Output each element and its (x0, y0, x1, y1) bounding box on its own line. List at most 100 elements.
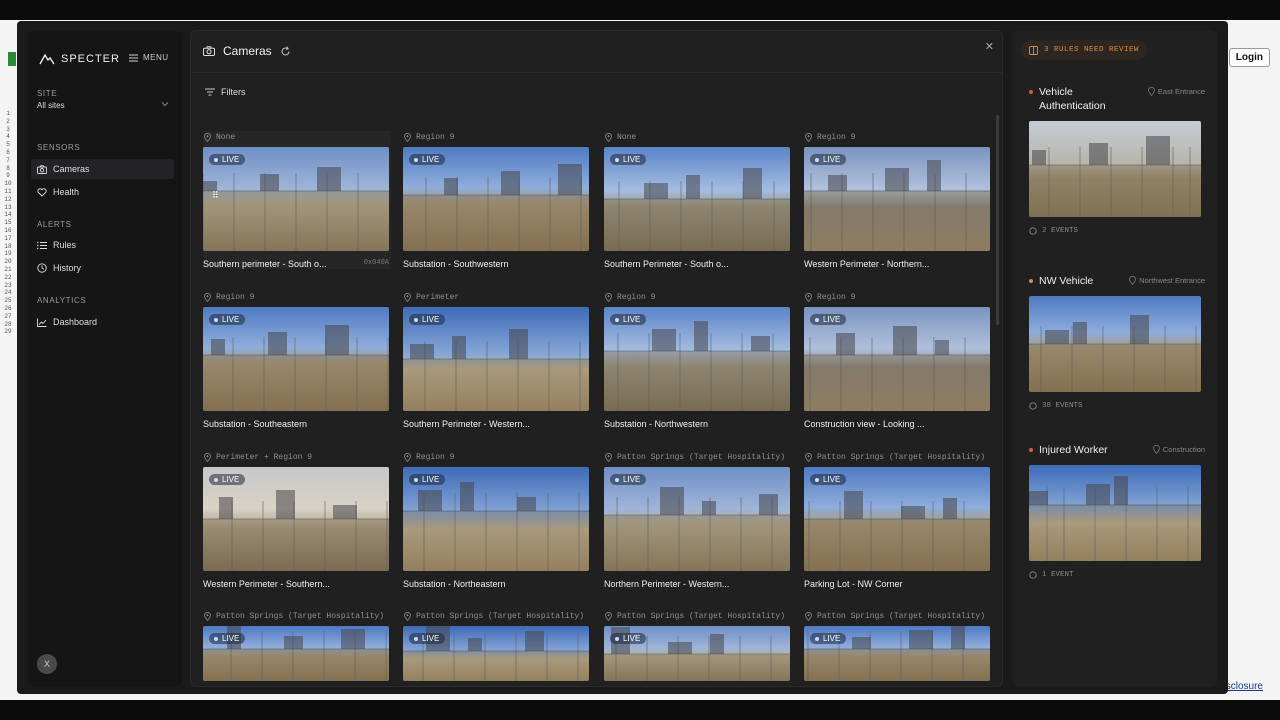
alert-event-count-text: 2 EVENTS (1042, 227, 1079, 235)
camera-card[interactable]: Patton Springs (Target Hospitality) LIVE (804, 610, 992, 681)
close-icon[interactable]: ✕ (985, 40, 994, 53)
camera-thumbnail[interactable]: LIVE (604, 147, 790, 251)
camera-region-text: Region 9 (817, 292, 856, 302)
live-dot-icon (214, 157, 218, 162)
camera-region-text: Patton Springs (Target Hospitality) (216, 611, 385, 621)
refresh-icon[interactable] (280, 46, 291, 57)
camera-card[interactable]: None LIVE Southern Perimeter - South o... (604, 131, 792, 269)
live-dot-icon (615, 317, 619, 322)
live-label: LIVE (422, 475, 440, 484)
row-number: 9 (6, 172, 10, 180)
camera-card[interactable]: Patton Springs (Target Hospitality) LIVE P… (804, 451, 992, 589)
camera-thumbnail[interactable]: LIVE (203, 626, 389, 681)
camera-thumbnail[interactable]: LIVE (203, 467, 389, 571)
sidebar-item-rules[interactable]: Rules (31, 235, 174, 255)
live-badge: LIVE (610, 154, 647, 165)
alert-event-count: 38 EVENTS (1029, 402, 1205, 410)
row-number: 20 (4, 258, 12, 266)
camera-title-row: Southern Perimeter - Western... (403, 419, 589, 429)
alert-name: Vehicle Authentication (1029, 85, 1134, 113)
live-dot-icon (414, 317, 418, 322)
alert-event-count-text: 38 EVENTS (1042, 402, 1083, 410)
camera-region-text: Patton Springs (Target Hospitality) (817, 611, 986, 621)
alert-snapshot[interactable] (1029, 296, 1201, 392)
camera-region: Perimeter + Region 9 (203, 451, 391, 463)
camera-thumbnail[interactable]: LIVE (403, 467, 589, 571)
map-pin-icon (605, 452, 612, 462)
camera-card[interactable]: Perimeter + Region 9 LIVE Western Perimete… (203, 451, 391, 589)
camera-thumbnail[interactable]: LIVE (403, 147, 589, 251)
camera-thumbnail[interactable]: LIVE ⠿ (203, 147, 389, 251)
camera-thumbnail[interactable]: LIVE (804, 147, 990, 251)
alert-event-count: 2 EVENTS (1029, 227, 1205, 235)
camera-title-row: Southern Perimeter - South o... (604, 259, 790, 269)
camera-card[interactable]: Patton Springs (Target Hospitality) LIVE (604, 610, 792, 681)
live-label: LIVE (222, 634, 240, 643)
filters-button[interactable]: Filters (205, 87, 246, 97)
camera-card[interactable]: Patton Springs (Target Hospitality) LIVE N… (604, 451, 792, 589)
alert-snapshot[interactable] (1029, 465, 1201, 561)
camera-title: Construction view - Looking ... (804, 419, 925, 429)
camera-thumbnail[interactable]: LIVE (804, 467, 990, 571)
camera-thumbnail[interactable]: LIVE (804, 626, 990, 681)
camera-card[interactable]: Perimeter LIVE Southern Perimeter - Wester… (403, 291, 591, 429)
map-pin-icon (404, 452, 411, 462)
camera-card[interactable]: Region 9 LIVE Substation - Northeastern (403, 451, 591, 589)
map-pin-icon (204, 132, 211, 142)
camera-card[interactable]: Region 9 LIVE Substation - Southeastern (203, 291, 391, 429)
camera-thumbnail[interactable]: LIVE (403, 626, 589, 681)
live-badge: LIVE (810, 474, 847, 485)
camera-thumbnail[interactable]: LIVE (604, 307, 790, 411)
sidebar-item-dashboard[interactable]: Dashboard (31, 312, 174, 332)
camera-card[interactable]: Region 9 LIVE Substation - Southwestern (403, 131, 591, 269)
background-disclosure-link[interactable]: sclosure (1226, 681, 1263, 692)
camera-thumbnail[interactable]: LIVE (804, 307, 990, 411)
camera-card[interactable]: Region 9 LIVE Western Perimeter - Northern… (804, 131, 992, 269)
background-login-button[interactable]: Login (1228, 48, 1270, 67)
user-avatar[interactable]: X (37, 654, 57, 674)
alert-card[interactable]: NW Vehicle Northwest Entrance 38 EVENTS (1029, 274, 1205, 410)
alert-location: Northwest Entrance (1129, 276, 1205, 285)
camera-title-row: Parking Lot - NW Corner (804, 579, 990, 589)
sidebar-item-health[interactable]: Health (31, 182, 174, 202)
rules-review-badge[interactable]: 3 RULES NEED REVIEW (1021, 40, 1148, 60)
alert-card[interactable]: Vehicle Authentication East Entrance 2 EVE… (1029, 85, 1205, 235)
camera-region: None (203, 131, 391, 143)
camera-thumbnail[interactable]: LIVE (203, 307, 389, 411)
camera-title: Southern Perimeter - Western... (403, 419, 530, 429)
map-pin-icon (605, 292, 612, 302)
camera-card[interactable]: None LIVE ⠿ Southern perimeter - South o...… (203, 131, 391, 269)
page-title-text: Cameras (223, 44, 272, 58)
camera-card[interactable]: Patton Springs (Target Hospitality) LIVE (403, 610, 591, 681)
camera-card[interactable]: Region 9 LIVE Substation - Northwestern (604, 291, 792, 429)
alert-card[interactable]: Injured Worker Construction 1 EVENT (1029, 443, 1205, 579)
camera-card[interactable]: Patton Springs (Target Hospitality) LIVE (203, 610, 391, 681)
drag-handle-icon[interactable]: ⠿ (212, 191, 219, 200)
list-icon (37, 241, 47, 249)
alert-snapshot[interactable] (1029, 121, 1201, 217)
brand[interactable]: SPECTER (39, 53, 120, 65)
live-label: LIVE (823, 475, 841, 484)
camera-region-text: Patton Springs (Target Hospitality) (817, 452, 986, 462)
camera-region-text: Perimeter (416, 292, 460, 302)
sidebar-item-label: Rules (53, 240, 77, 250)
row-number: 2 (6, 117, 10, 125)
live-badge: LIVE (209, 474, 246, 485)
menu-button[interactable]: MENU (129, 53, 169, 62)
camera-thumbnail[interactable]: LIVE (604, 467, 790, 571)
camera-card[interactable]: Region 9 LIVE Construction view - Looking … (804, 291, 992, 429)
site-select[interactable]: All sites (37, 101, 169, 110)
row-number: 11 (4, 187, 12, 195)
camera-title-row: Substation - Southwestern (403, 259, 589, 269)
scrollbar[interactable] (996, 115, 999, 325)
alert-header: NW Vehicle Northwest Entrance (1029, 274, 1205, 288)
map-pin-icon (605, 611, 612, 621)
live-badge: LIVE (810, 314, 847, 325)
row-number: 10 (4, 180, 12, 188)
review-book-icon (1029, 45, 1038, 55)
sidebar-item-history[interactable]: History (31, 258, 174, 278)
camera-thumbnail[interactable]: LIVE (403, 307, 589, 411)
camera-title-row: Western Perimeter - Northern... (804, 259, 990, 269)
sidebar-item-cameras[interactable]: Cameras (31, 159, 174, 179)
camera-thumbnail[interactable]: LIVE (604, 626, 790, 681)
